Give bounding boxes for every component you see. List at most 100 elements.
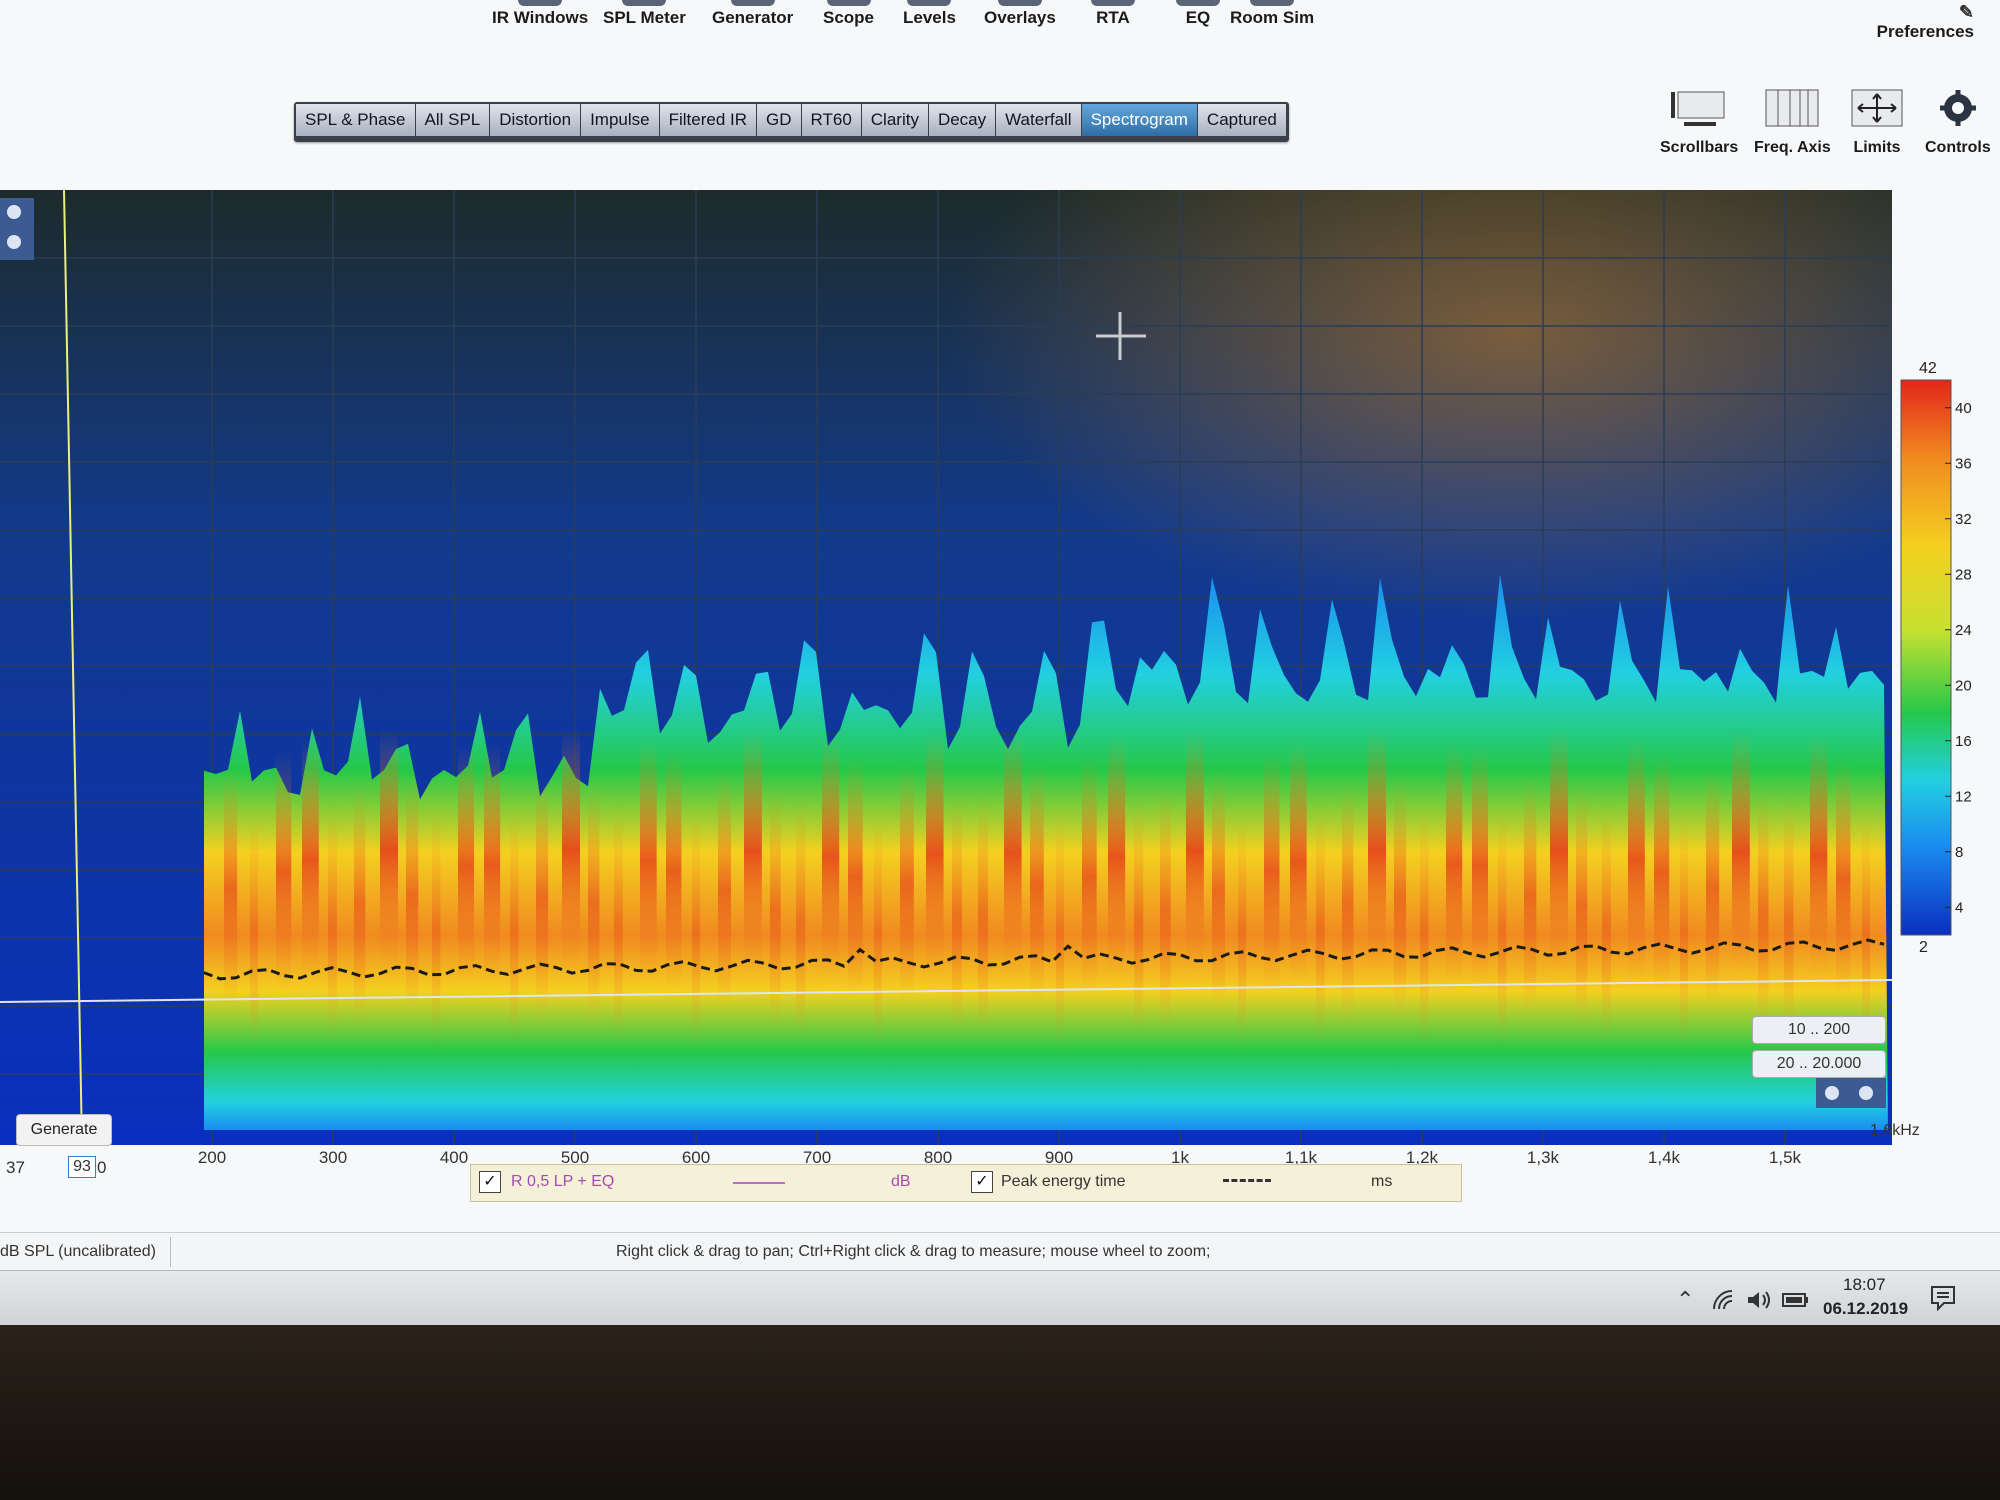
heat-streak bbox=[1654, 752, 1670, 993]
heat-streak bbox=[1108, 736, 1126, 977]
tab-filtered-ir[interactable]: Filtered IR bbox=[659, 104, 758, 136]
tab-waterfall[interactable]: Waterfall bbox=[996, 104, 1082, 136]
eq-tool[interactable]: EQ bbox=[1176, 0, 1220, 40]
zoom-corner-controls[interactable] bbox=[1816, 1078, 1886, 1108]
heat-streak bbox=[1680, 809, 1689, 1050]
app-window: IR Windows SPL Meter Generator Scope Lev… bbox=[0, 0, 2000, 1325]
scrollbars-label: Scrollbars bbox=[1660, 139, 1739, 156]
tab-clarity[interactable]: Clarity bbox=[861, 104, 929, 136]
heat-streak bbox=[1524, 775, 1537, 1016]
heat-streak bbox=[1628, 739, 1645, 980]
heat-streak bbox=[952, 794, 962, 1035]
heat-streak bbox=[484, 744, 501, 985]
heat-streak bbox=[1290, 741, 1307, 982]
preferences-button[interactable]: ✎ Preferences bbox=[1877, 2, 1974, 42]
heat-streak bbox=[588, 782, 600, 1023]
freq-range-button[interactable]: 20 .. 20.000 bbox=[1752, 1050, 1886, 1078]
heat-streak bbox=[822, 736, 840, 977]
heat-streak bbox=[1810, 735, 1828, 976]
levels-icon bbox=[907, 0, 952, 6]
trace-checkbox[interactable]: ✓ bbox=[479, 1171, 501, 1193]
legend: ✓ R 0,5 LP + EQ dB ✓ Peak energy time ms bbox=[470, 1164, 1462, 1202]
controls-button[interactable]: Controls bbox=[1925, 88, 1991, 157]
levels-label: Levels bbox=[903, 8, 956, 27]
spectrogram-plot[interactable] bbox=[0, 190, 1892, 1145]
scale-tick-label: 36 bbox=[1955, 455, 1972, 472]
tab-distortion[interactable]: Distortion bbox=[490, 104, 582, 136]
heat-streak bbox=[1394, 777, 1407, 1018]
trace-unit: dB bbox=[891, 1173, 911, 1190]
overlays-tool[interactable]: Overlays bbox=[984, 0, 1056, 40]
heat-streak bbox=[224, 768, 238, 1009]
tab-spectrogram[interactable]: Spectrogram bbox=[1081, 104, 1198, 136]
battery-icon[interactable] bbox=[1782, 1291, 1810, 1309]
limits-icon bbox=[1851, 89, 1903, 127]
volume-icon[interactable] bbox=[1746, 1289, 1772, 1311]
peak-energy-label: Peak energy time bbox=[1001, 1173, 1126, 1190]
generator-tool[interactable]: Generator bbox=[712, 0, 793, 40]
wifi-icon[interactable] bbox=[1712, 1289, 1738, 1311]
rta-label: RTA bbox=[1096, 8, 1130, 27]
eq-icon bbox=[1176, 0, 1220, 6]
generate-button[interactable]: Generate bbox=[16, 1114, 112, 1146]
heat-streak bbox=[354, 783, 366, 1024]
heat-streak bbox=[536, 777, 549, 1018]
heat-streak bbox=[1056, 809, 1065, 1050]
notification-icon[interactable] bbox=[1930, 1285, 1956, 1311]
heat-streak bbox=[1238, 808, 1247, 1049]
x-tick-label: 300 bbox=[318, 1148, 348, 1167]
overlays-icon bbox=[997, 0, 1042, 6]
heat-streak bbox=[1732, 731, 1750, 972]
ir-windows-tool[interactable]: IR Windows bbox=[492, 0, 588, 40]
room-sim-tool[interactable]: Room Sim bbox=[1230, 0, 1314, 40]
zoom-controls[interactable] bbox=[0, 198, 34, 260]
tab-impulse[interactable]: Impulse bbox=[581, 104, 660, 136]
tab-spl-phase[interactable]: SPL & Phase bbox=[296, 104, 416, 136]
tab-rt60[interactable]: RT60 bbox=[801, 104, 862, 136]
freq-axis-button[interactable]: Freq. Axis bbox=[1754, 88, 1831, 157]
room-sim-icon bbox=[1250, 0, 1295, 6]
generator-label: Generator bbox=[712, 8, 794, 27]
limits-button[interactable]: Limits bbox=[1850, 88, 1904, 157]
levels-tool[interactable]: Levels bbox=[903, 0, 956, 40]
chevron-up-icon[interactable]: ⌃ bbox=[1676, 1287, 1694, 1313]
heat-streak bbox=[1706, 768, 1720, 1009]
eq-label: EQ bbox=[1185, 8, 1211, 27]
spectrogram-svg bbox=[0, 190, 1892, 1145]
scale-tick-label: 24 bbox=[1955, 622, 1972, 639]
heat-streak bbox=[1134, 799, 1144, 1040]
zoom-corner-in-icon[interactable] bbox=[1825, 1086, 1839, 1100]
spl-meter-tool[interactable]: SPL Meter bbox=[603, 0, 686, 40]
x-min-label: 37 bbox=[6, 1158, 25, 1177]
heat-streak bbox=[692, 808, 701, 1049]
spl-meter-icon bbox=[622, 0, 667, 6]
x-cursor-field[interactable]: 93 bbox=[68, 1156, 96, 1178]
scope-tool[interactable]: Scope bbox=[823, 0, 874, 40]
clock-date[interactable]: 06.12.2019 bbox=[1823, 1299, 1908, 1319]
trace-swatch bbox=[733, 1182, 785, 1184]
heat-streak bbox=[1186, 731, 1204, 972]
x-tick-label: 1,3k bbox=[1526, 1148, 1560, 1167]
tab-decay[interactable]: Decay bbox=[928, 104, 997, 136]
heat-streak bbox=[900, 763, 914, 1004]
time-range-button[interactable]: 10 .. 200 bbox=[1752, 1016, 1886, 1044]
zoom-in-icon[interactable] bbox=[7, 205, 21, 219]
rta-tool[interactable]: RTA bbox=[1091, 0, 1135, 40]
heat-streak bbox=[796, 799, 806, 1040]
heat-streak bbox=[1498, 807, 1507, 1048]
zoom-out-icon[interactable] bbox=[7, 235, 21, 249]
tab-all-spl[interactable]: All SPL bbox=[415, 104, 491, 136]
gear-icon bbox=[1939, 90, 1976, 126]
tab-captured[interactable]: Captured bbox=[1197, 104, 1287, 136]
heat-streak bbox=[1160, 788, 1171, 1029]
heat-streak bbox=[1602, 802, 1611, 1043]
peak-energy-checkbox[interactable]: ✓ bbox=[971, 1171, 993, 1193]
tab-gd[interactable]: GD bbox=[757, 104, 802, 136]
heat-streak bbox=[926, 733, 944, 974]
clock-time[interactable]: 18:07 bbox=[1843, 1275, 1886, 1295]
heat-streak bbox=[874, 809, 883, 1050]
zoom-corner-out-icon[interactable] bbox=[1859, 1086, 1873, 1100]
scale-tick-label: 28 bbox=[1955, 566, 1972, 583]
heat-streak bbox=[1576, 784, 1588, 1025]
scrollbars-button[interactable]: Scrollbars bbox=[1660, 88, 1738, 157]
